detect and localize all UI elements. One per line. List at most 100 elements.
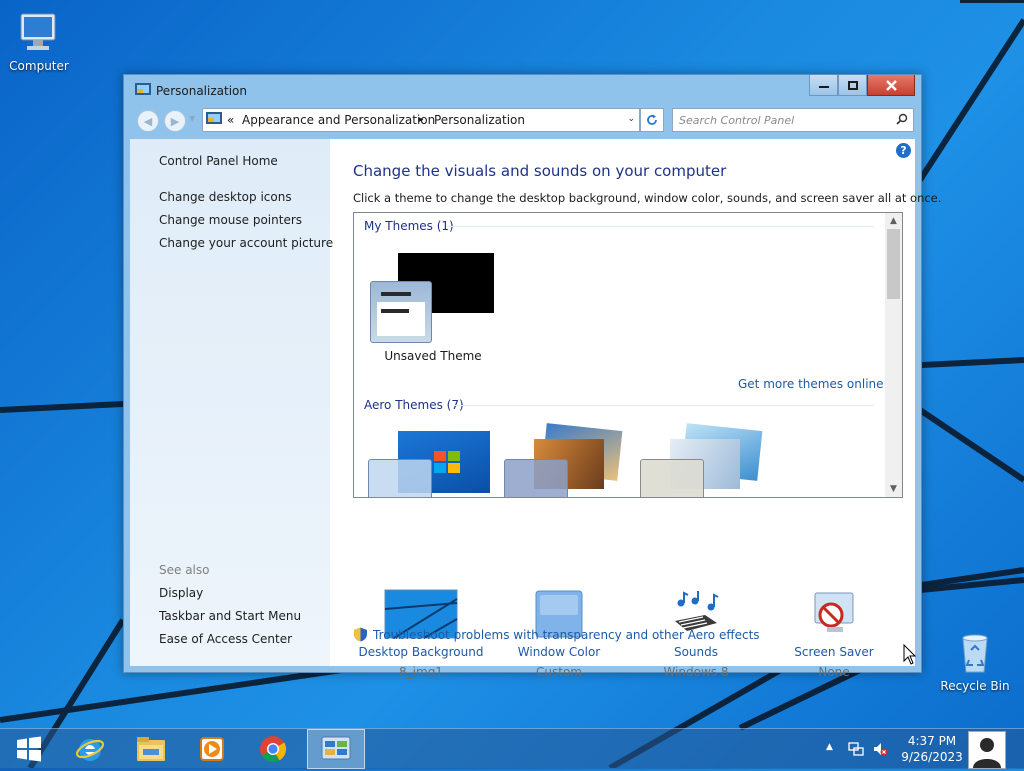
taskbar-internet-explorer[interactable] xyxy=(61,729,119,769)
taskbar: ▲ 4:37 PM 9/26/2023 xyxy=(0,728,1024,769)
aero-theme-architecture[interactable] xyxy=(504,423,628,497)
sounds-value: Windows 8 xyxy=(663,665,729,679)
windows-start-icon xyxy=(17,736,41,762)
chrome-icon xyxy=(260,736,287,763)
desktop-icon-computer[interactable]: Computer xyxy=(4,10,74,73)
aero-theme-characters[interactable] xyxy=(640,423,764,497)
breadcrumb-appearance[interactable]: Appearance and Personalization xyxy=(242,113,435,127)
maximize-icon xyxy=(847,80,858,90)
maximize-button[interactable] xyxy=(838,75,867,96)
refresh-icon xyxy=(647,114,657,125)
aero-themes-label: Aero Themes (7) xyxy=(364,398,464,412)
personalization-icon xyxy=(135,83,151,95)
title-bar[interactable]: Personalization xyxy=(124,75,921,103)
unsaved-theme-label: Unsaved Theme xyxy=(384,349,482,363)
taskbar-file-explorer[interactable] xyxy=(122,729,180,769)
back-arrow-icon: ◀ xyxy=(143,114,153,128)
see-also-label: See also xyxy=(159,563,210,577)
desktop-icon-label: Computer xyxy=(9,59,69,73)
theme-window-preview xyxy=(504,459,568,497)
computer-icon xyxy=(20,13,56,50)
volume-muted-icon[interactable] xyxy=(872,741,888,757)
aero-theme-windows[interactable] xyxy=(368,431,492,497)
search-box[interactable] xyxy=(672,108,914,132)
unsaved-theme-tile[interactable]: Unsaved Theme xyxy=(368,253,498,365)
taskbar-chrome[interactable] xyxy=(244,729,302,769)
mouse-cursor-icon xyxy=(903,644,917,665)
desktop-background-value: 8_img1 xyxy=(399,665,443,679)
user-avatar[interactable] xyxy=(968,731,1006,769)
file-explorer-icon xyxy=(137,737,165,761)
back-button[interactable]: ◀ xyxy=(137,110,159,132)
theme-list-scrollbar[interactable]: ▲ ▼ xyxy=(885,213,902,497)
minimize-button[interactable] xyxy=(809,75,838,96)
theme-window-preview xyxy=(640,459,704,497)
group-divider xyxy=(454,405,874,406)
scroll-up-icon[interactable]: ▲ xyxy=(885,213,902,229)
troubleshoot-link[interactable]: Troubleshoot problems with transparency … xyxy=(353,627,760,642)
window-title: Personalization xyxy=(156,84,247,98)
scrollbar-thumb[interactable] xyxy=(887,229,900,299)
taskbar-start-menu-link[interactable]: Taskbar and Start Menu xyxy=(159,609,301,623)
desktop-background-label: Desktop Background xyxy=(358,645,484,659)
address-bar[interactable]: « Appearance and Personalization ▸ Perso… xyxy=(202,108,640,132)
taskbar-media-player[interactable] xyxy=(183,729,241,769)
start-button[interactable] xyxy=(0,729,58,769)
media-player-icon xyxy=(200,737,224,761)
theme-list: My Themes (1) Unsaved Theme Get more the… xyxy=(353,212,903,498)
control-panel-home-link[interactable]: Control Panel Home xyxy=(159,154,278,168)
search-icon[interactable] xyxy=(896,113,908,125)
breadcrumb-overflow[interactable]: « xyxy=(227,113,234,127)
forward-arrow-icon: ▶ xyxy=(170,114,180,128)
screen-saver-label: Screen Saver xyxy=(794,645,874,659)
breadcrumb-personalization[interactable]: Personalization xyxy=(434,113,525,127)
group-divider xyxy=(448,226,874,227)
taskbar-control-panel[interactable] xyxy=(307,729,365,769)
user-icon xyxy=(973,738,1001,768)
theme-window-preview xyxy=(370,281,432,343)
taskbar-clock[interactable]: 4:37 PM 9/26/2023 xyxy=(892,733,972,765)
ease-of-access-link[interactable]: Ease of Access Center xyxy=(159,632,292,646)
sounds-label: Sounds xyxy=(673,645,719,659)
forward-button[interactable]: ▶ xyxy=(164,110,186,132)
theme-window-preview xyxy=(368,459,432,497)
screen-saver-item[interactable]: Screen Saver None xyxy=(764,589,904,679)
search-input[interactable] xyxy=(679,112,884,128)
display-link[interactable]: Display xyxy=(159,586,203,600)
desktop-icon-label: Recycle Bin xyxy=(940,679,1010,693)
address-dropdown-icon[interactable]: ⌄ xyxy=(627,114,635,124)
internet-explorer-icon xyxy=(75,739,105,761)
troubleshoot-label: Troubleshoot problems with transparency … xyxy=(373,628,760,642)
screen-saver-value: None xyxy=(818,665,850,679)
navigation-bar: ◀ ▶ ▼ « Appearance and Personalization ▸… xyxy=(130,107,915,133)
minimize-icon xyxy=(818,86,829,88)
change-desktop-icons-link[interactable]: Change desktop icons xyxy=(159,190,292,204)
clock-date: 9/26/2023 xyxy=(901,750,963,764)
change-account-picture-link[interactable]: Change your account picture xyxy=(159,236,333,250)
refresh-button[interactable] xyxy=(640,108,664,132)
close-button[interactable] xyxy=(867,75,915,96)
network-icon[interactable] xyxy=(848,741,864,757)
help-icon[interactable]: ? xyxy=(896,143,911,158)
breadcrumb-separator-icon[interactable]: ▸ xyxy=(419,115,424,125)
window-color-label: Window Color xyxy=(517,645,601,659)
get-more-themes-link[interactable]: Get more themes online xyxy=(738,377,884,391)
shield-icon xyxy=(354,627,367,642)
recycle-bin-icon xyxy=(962,634,988,673)
window-color-value: Custom xyxy=(536,665,582,679)
close-icon xyxy=(885,79,897,91)
page-subheading: Click a theme to change the desktop back… xyxy=(353,191,942,205)
window-content: Control Panel Home Change desktop icons … xyxy=(130,139,941,679)
personalization-window: Personalization ◀ ▶ ▼ « Appearance and P… xyxy=(123,74,941,679)
desktop-icon-recycle-bin[interactable]: Recycle Bin xyxy=(940,630,1010,693)
page-heading: Change the visuals and sounds on your co… xyxy=(353,162,727,180)
screen-saver-icon xyxy=(814,592,854,632)
show-hidden-icons-icon[interactable]: ▲ xyxy=(826,742,833,752)
change-mouse-pointers-link[interactable]: Change mouse pointers xyxy=(159,213,302,227)
recent-pages-icon[interactable]: ▼ xyxy=(189,114,195,123)
scroll-down-icon[interactable]: ▼ xyxy=(885,481,902,497)
left-pane: Control Panel Home Change desktop icons … xyxy=(130,139,333,666)
control-panel-icon xyxy=(206,112,222,124)
windows-logo-icon xyxy=(434,451,460,473)
control-panel-icon xyxy=(321,736,351,760)
